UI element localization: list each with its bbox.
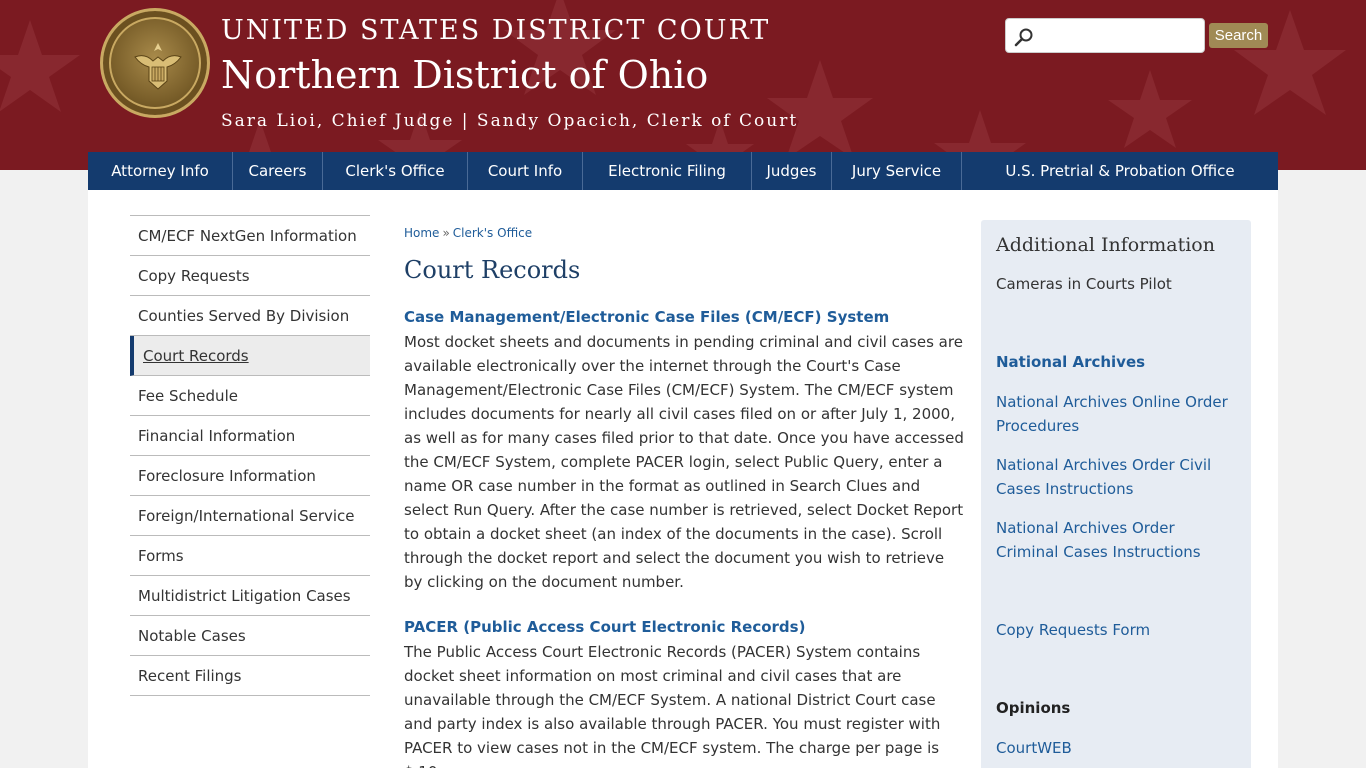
- nav-item-judges[interactable]: Judges: [752, 152, 832, 190]
- nav-item-attorney-info[interactable]: Attorney Info: [88, 152, 233, 190]
- archives-online-order-link[interactable]: National Archives Online Order Procedure…: [996, 390, 1236, 438]
- cameras-in-courts-link[interactable]: Cameras in Courts Pilot: [996, 272, 1236, 296]
- nav-item-court-info[interactable]: Court Info: [468, 152, 583, 190]
- sidebar-item-foreign-international-service[interactable]: Foreign/International Service: [130, 496, 370, 536]
- main-navigation: Attorney Info Careers Clerk's Office Cou…: [88, 152, 1278, 190]
- sidebar-item-court-records[interactable]: Court Records: [130, 336, 370, 376]
- sidebar-item-forms[interactable]: Forms: [130, 536, 370, 576]
- breadcrumb: Home» Clerk's Office: [404, 222, 964, 244]
- court-officials: Sara Lioi, Chief Judge | Sandy Opacich, …: [221, 111, 799, 131]
- national-archives-heading[interactable]: National Archives: [996, 350, 1236, 374]
- cmecf-section-text: Most docket sheets and documents in pend…: [404, 333, 964, 591]
- copy-requests-form-link[interactable]: Copy Requests Form: [996, 618, 1236, 642]
- breadcrumb-clerks-office-link[interactable]: Clerk's Office: [453, 226, 532, 240]
- additional-information-panel: Additional Information Cameras in Courts…: [981, 220, 1251, 768]
- sidebar-item-financial-information[interactable]: Financial Information: [130, 416, 370, 456]
- sidebar-item-multidistrict-litigation[interactable]: Multidistrict Litigation Cases: [130, 576, 370, 616]
- cmecf-section-link[interactable]: Case Management/Electronic Case Files (C…: [404, 306, 964, 328]
- courtweb-link[interactable]: CourtWEB: [996, 736, 1236, 760]
- nav-item-jury-service[interactable]: Jury Service: [832, 152, 962, 190]
- sidebar-item-cmecf-nextgen[interactable]: CM/ECF NextGen Information: [130, 216, 370, 256]
- sidebar-item-fee-schedule[interactable]: Fee Schedule: [130, 376, 370, 416]
- nav-item-clerks-office[interactable]: Clerk's Office: [323, 152, 468, 190]
- archives-civil-cases-link[interactable]: National Archives Order Civil Cases Inst…: [996, 453, 1236, 501]
- search-icon: [1014, 28, 1033, 47]
- page-title: Court Records: [404, 256, 581, 284]
- sidebar-item-counties-served[interactable]: Counties Served By Division: [130, 296, 370, 336]
- breadcrumb-separator: »: [442, 226, 450, 240]
- panel-title: Additional Information: [996, 234, 1215, 256]
- court-name[interactable]: UNITED STATES DISTRICT COURT: [221, 14, 798, 48]
- search-button[interactable]: Search: [1209, 23, 1268, 48]
- district-name[interactable]: Northern District of Ohio: [221, 50, 798, 100]
- sidebar-item-recent-filings[interactable]: Recent Filings: [130, 656, 370, 696]
- court-seal-logo[interactable]: [100, 8, 210, 118]
- eagle-icon: [134, 43, 182, 90]
- site-title-block: UNITED STATES DISTRICT COURT Northern Di…: [221, 14, 798, 132]
- sidebar-item-copy-requests[interactable]: Copy Requests: [130, 256, 370, 296]
- nav-item-pretrial-probation[interactable]: U.S. Pretrial & Probation Office: [962, 152, 1278, 190]
- main-content: Home» Clerk's Office Court Records Case M…: [404, 222, 964, 768]
- site-header: UNITED STATES DISTRICT COURT Northern Di…: [0, 0, 1366, 170]
- archives-criminal-cases-link[interactable]: National Archives Order Criminal Cases I…: [996, 516, 1236, 564]
- pacer-section-text: The Public Access Court Electronic Recor…: [404, 643, 941, 768]
- sidebar-menu: CM/ECF NextGen Information Copy Requests…: [130, 215, 370, 696]
- nav-item-careers[interactable]: Careers: [233, 152, 323, 190]
- breadcrumb-home-link[interactable]: Home: [404, 226, 439, 240]
- sidebar-item-foreclosure-information[interactable]: Foreclosure Information: [130, 456, 370, 496]
- sidebar-item-notable-cases[interactable]: Notable Cases: [130, 616, 370, 656]
- pacer-section-link[interactable]: PACER (Public Access Court Electronic Re…: [404, 616, 964, 638]
- nav-item-electronic-filing[interactable]: Electronic Filing: [583, 152, 752, 190]
- search-input[interactable]: [1005, 18, 1205, 53]
- opinions-heading: Opinions: [996, 699, 1071, 717]
